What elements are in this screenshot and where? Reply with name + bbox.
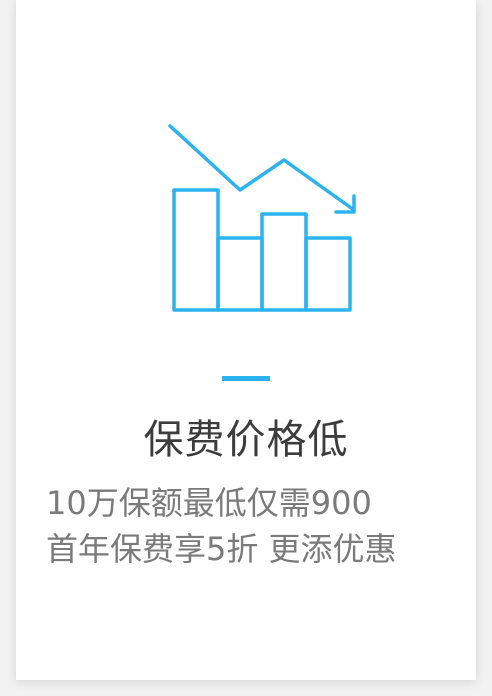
feature-title: 保费价格低 [143,417,349,463]
description-line-1: 10万保额最低仅需900 [46,484,372,522]
title-divider [222,376,270,381]
description-line-2: 首年保费享5折 更添优惠 [46,530,397,568]
price-decline-chart-icon [156,120,366,320]
feature-description: 10万保额最低仅需900 首年保费享5折 更添优惠 [46,480,466,572]
feature-card: 保费价格低 10万保额最低仅需900 首年保费享5折 更添优惠 [16,0,476,680]
